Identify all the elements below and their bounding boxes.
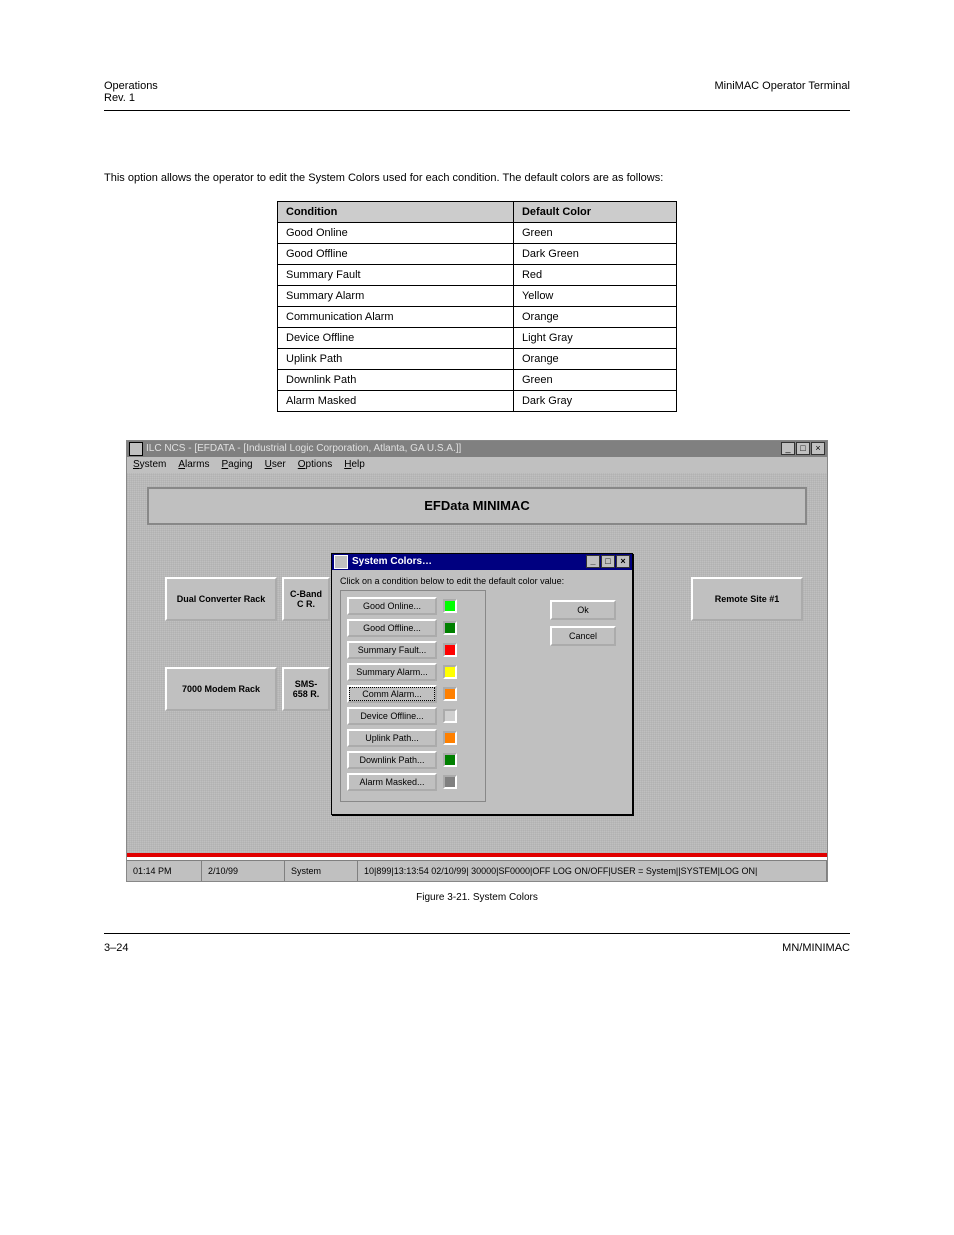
cancel-button[interactable]: Cancel	[550, 626, 616, 646]
workspace: EFData MINIMAC Dual Converter Rack 7000 …	[127, 473, 827, 857]
station-modem-rack[interactable]: 7000 Modem Rack	[165, 667, 277, 711]
table-row: Good OnlineGreen	[278, 222, 677, 243]
condition-button[interactable]: Summary Fault...	[347, 641, 437, 659]
dialog-icon	[334, 555, 348, 569]
condition-button[interactable]: Device Offline...	[347, 707, 437, 725]
table-row: Summary FaultRed	[278, 264, 677, 285]
close-button[interactable]: ×	[811, 442, 825, 455]
bottom-rule	[104, 933, 850, 934]
status-date: 2/10/99	[202, 861, 285, 881]
screenshot-window: ILC NCS - [EFDATA - [Industrial Logic Co…	[126, 440, 828, 882]
maximize-button[interactable]: □	[796, 442, 810, 455]
color-swatch[interactable]	[443, 665, 457, 679]
app-icon	[129, 442, 143, 456]
table-row: Downlink PathGreen	[278, 369, 677, 390]
app-title-text: ILC NCS - [EFDATA - [Industrial Logic Co…	[146, 443, 461, 454]
condition-row: Comm Alarm...	[347, 685, 479, 703]
color-swatch[interactable]	[443, 775, 457, 789]
condition-button[interactable]: Good Offline...	[347, 619, 437, 637]
menu-options[interactable]: Options	[298, 459, 332, 470]
condition-button[interactable]: Alarm Masked...	[347, 773, 437, 791]
app-titlebar: ILC NCS - [EFDATA - [Industrial Logic Co…	[127, 441, 827, 457]
condition-row: Summary Fault...	[347, 641, 479, 659]
condition-row: Good Offline...	[347, 619, 479, 637]
dialog-maximize-button[interactable]: □	[601, 555, 615, 568]
menu-help[interactable]: Help	[344, 459, 365, 470]
col-condition: Condition	[278, 201, 514, 222]
condition-button[interactable]: Uplink Path...	[347, 729, 437, 747]
color-swatch[interactable]	[443, 599, 457, 613]
dialog-title: System Colors…	[352, 556, 432, 567]
station-dual-converter[interactable]: Dual Converter Rack	[165, 577, 277, 621]
footer-page: 3–24	[104, 942, 128, 954]
condition-row: Uplink Path...	[347, 729, 479, 747]
menu-alarms[interactable]: Alarms	[178, 459, 209, 470]
footer-doc: MN/MINIMAC	[782, 942, 850, 954]
header-rev: Rev. 1	[104, 92, 135, 104]
menubar: System Alarms Paging User Options Help	[127, 457, 827, 474]
statusbar: 01:14 PM 2/10/99 System 10|899|13:13:54 …	[127, 860, 827, 881]
menu-user[interactable]: User	[265, 459, 286, 470]
dialog-minimize-button[interactable]: _	[586, 555, 600, 568]
figure-caption: Figure 3-21. System Colors	[104, 892, 850, 903]
table-row: Uplink PathOrange	[278, 348, 677, 369]
color-swatch[interactable]	[443, 687, 457, 701]
color-swatch[interactable]	[443, 753, 457, 767]
menu-system[interactable]: System	[133, 459, 166, 470]
color-swatch[interactable]	[443, 731, 457, 745]
table-row: Summary AlarmYellow	[278, 285, 677, 306]
header-right: MiniMAC Operator Terminal	[714, 80, 850, 92]
condition-row: Device Offline...	[347, 707, 479, 725]
status-time: 01:14 PM	[127, 861, 202, 881]
dialog-titlebar: System Colors… _ □ ×	[332, 554, 632, 570]
condition-button[interactable]: Good Online...	[347, 597, 437, 615]
ok-button[interactable]: Ok	[550, 600, 616, 620]
color-swatch[interactable]	[443, 643, 457, 657]
banner: EFData MINIMAC	[147, 487, 807, 525]
system-colors-dialog: System Colors… _ □ × Click on a conditio…	[331, 553, 633, 816]
station-cband[interactable]: C-Band C R.	[282, 577, 330, 621]
dialog-body: Click on a condition below to edit the d…	[332, 570, 632, 815]
color-swatch[interactable]	[443, 709, 457, 723]
condition-list: Good Online... Good Offline... Summary Fau…	[340, 590, 486, 802]
condition-button[interactable]: Comm Alarm...	[347, 685, 437, 703]
intro-paragraph: This option allows the operator to edit …	[104, 170, 850, 187]
condition-row: Summary Alarm...	[347, 663, 479, 681]
status-user: System	[285, 861, 358, 881]
status-message: 10|899|13:13:54 02/10/99| 30000|SF0000|O…	[358, 861, 827, 881]
minimize-button[interactable]: _	[781, 442, 795, 455]
menu-paging[interactable]: Paging	[221, 459, 252, 470]
condition-row: Downlink Path...	[347, 751, 479, 769]
station-sms[interactable]: SMS-658 R.	[282, 667, 330, 711]
dialog-instruction: Click on a condition below to edit the d…	[340, 576, 624, 587]
condition-row: Good Online...	[347, 597, 479, 615]
defaults-table: Condition Default Color Good OnlineGreen…	[277, 201, 677, 412]
table-row: Alarm MaskedDark Gray	[278, 390, 677, 411]
condition-row: Alarm Masked...	[347, 773, 479, 791]
table-row: Communication AlarmOrange	[278, 306, 677, 327]
top-rule	[104, 110, 850, 111]
dialog-close-button[interactable]: ×	[616, 555, 630, 568]
table-row: Device OfflineLight Gray	[278, 327, 677, 348]
condition-button[interactable]: Downlink Path...	[347, 751, 437, 769]
condition-button[interactable]: Summary Alarm...	[347, 663, 437, 681]
color-swatch[interactable]	[443, 621, 457, 635]
header-left: Operations	[104, 80, 158, 92]
station-remote-site[interactable]: Remote Site #1	[691, 577, 803, 621]
table-row: Good OfflineDark Green	[278, 243, 677, 264]
col-color: Default Color	[513, 201, 676, 222]
